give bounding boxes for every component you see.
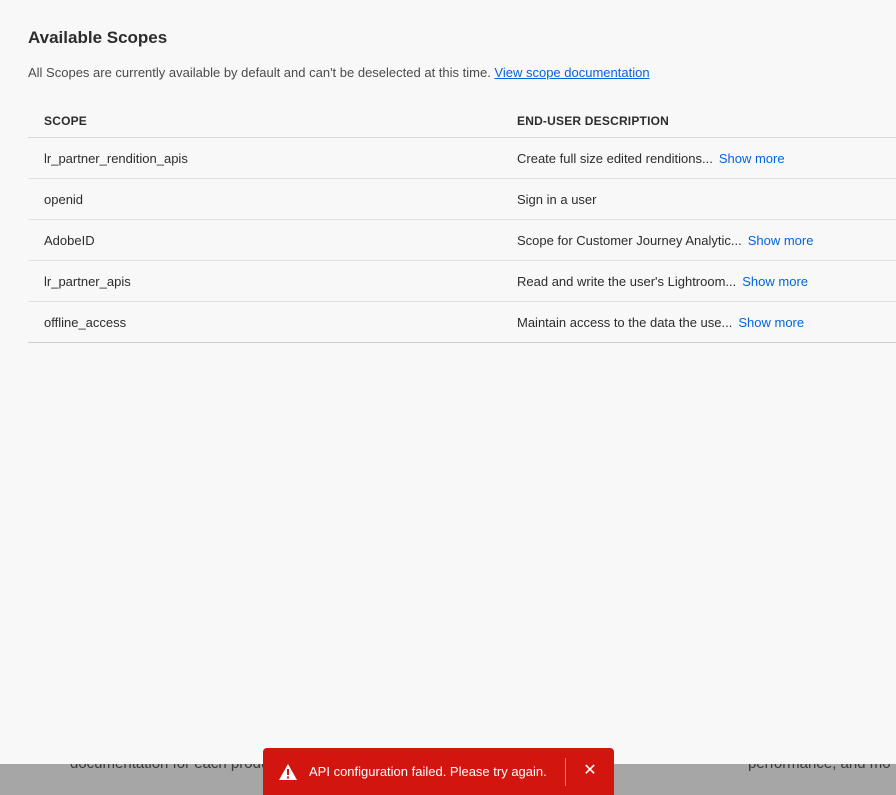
background-text-right: performance, and mo	[748, 764, 891, 772]
show-more-link[interactable]: Show more	[719, 151, 785, 166]
alert-icon	[278, 763, 298, 781]
table-row: lr_partner_apis Read and write the user'…	[28, 261, 896, 302]
error-toast: API configuration failed. Please try aga…	[263, 748, 614, 795]
header-description: END-USER DESCRIPTION	[517, 113, 670, 128]
description-cell: Create full size edited renditions... Sho…	[517, 151, 896, 166]
view-scope-documentation-link[interactable]: View scope documentation	[494, 65, 649, 80]
subtitle-text: All Scopes are currently available by de…	[28, 65, 495, 80]
toast-divider	[565, 758, 566, 786]
description-cell: Sign in a user	[517, 192, 896, 207]
table-header: SCOPE END-USER DESCRIPTION	[28, 104, 896, 138]
description-text: Read and write the user's Lightroom...	[517, 273, 737, 289]
description-cell: Maintain access to the data the use... Sh…	[517, 315, 896, 330]
scope-cell: lr_partner_rendition_apis	[44, 150, 188, 166]
description-cell: Read and write the user's Lightroom... Sh…	[517, 274, 896, 289]
header-scope: SCOPE	[44, 113, 88, 128]
table-row: offline_access Maintain access to the da…	[28, 302, 896, 343]
show-more-link[interactable]: Show more	[738, 315, 804, 330]
description-text: Sign in a user	[517, 191, 597, 207]
show-more-link[interactable]: Show more	[748, 233, 814, 248]
table-row: AdobeID Scope for Customer Journey Analy…	[28, 220, 896, 261]
scope-cell: lr_partner_apis	[44, 273, 131, 289]
description-cell: Scope for Customer Journey Analytic... Sh…	[517, 233, 896, 248]
scopes-table: SCOPE END-USER DESCRIPTION lr_partner_re…	[28, 104, 896, 343]
close-icon[interactable]: ✕	[581, 762, 599, 780]
show-more-link[interactable]: Show more	[742, 274, 808, 289]
scope-cell: offline_access	[44, 314, 127, 330]
scope-cell: openid	[44, 191, 84, 207]
background-text-left: documentation for each produ	[70, 764, 269, 772]
page: Available Scopes All Scopes are currentl…	[0, 0, 896, 795]
description-text: Scope for Customer Journey Analytic...	[517, 232, 742, 248]
scope-cell: AdobeID	[44, 232, 95, 248]
section-subtitle: All Scopes are currently available by de…	[28, 65, 650, 80]
table-row: openid Sign in a user	[28, 179, 896, 220]
description-text: Create full size edited renditions...	[517, 150, 713, 166]
description-text: Maintain access to the data the use...	[517, 314, 733, 330]
table-row: lr_partner_rendition_apis Create full si…	[28, 138, 896, 179]
toast-message: API configuration failed. Please try aga…	[309, 764, 547, 779]
section-title: Available Scopes	[28, 28, 168, 47]
